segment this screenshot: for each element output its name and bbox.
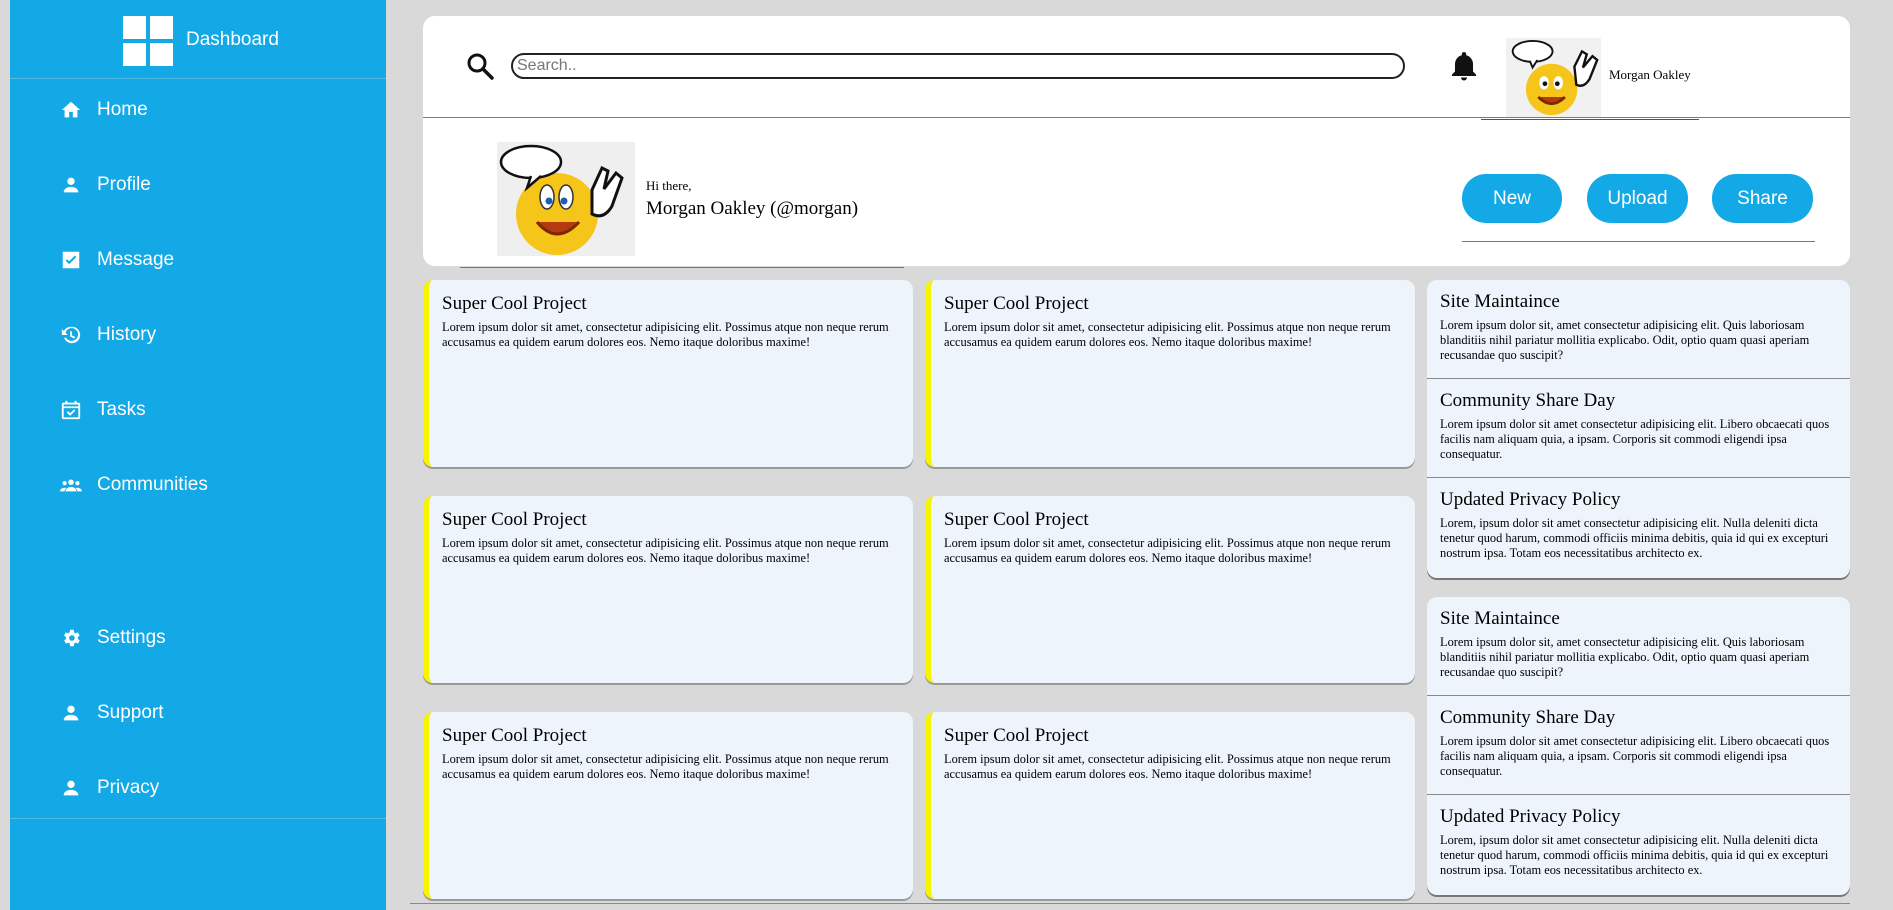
announcement-item[interactable]: Site Maintaince Lorem ipsum dolor sit, a… xyxy=(1427,597,1850,696)
announcement-title: Community Share Day xyxy=(1440,390,1616,411)
project-title: Super Cool Project xyxy=(944,293,1089,314)
sidebar-item-communities[interactable]: Communities xyxy=(10,463,386,507)
group-icon xyxy=(60,479,82,492)
sidebar-item-label: Profile xyxy=(97,174,151,195)
project-title: Super Cool Project xyxy=(442,725,587,746)
sidebar-item-profile[interactable]: Profile xyxy=(10,163,386,207)
project-title: Super Cool Project xyxy=(442,293,587,314)
person-icon xyxy=(63,705,79,721)
announcement-item[interactable]: Community Share Day Lorem ipsum dolor si… xyxy=(1427,379,1850,478)
sidebar-item-label: Support xyxy=(97,702,164,723)
sidebar: Dashboard Home Profile Message History T… xyxy=(10,0,386,910)
project-description: Lorem ipsum dolor sit amet, consectetur … xyxy=(944,752,1391,781)
project-card[interactable]: Super Cool Project Lorem ipsum dolor sit… xyxy=(423,496,913,683)
header-card: Morgan Oakley Hi there, Morgan Oakley (@… xyxy=(423,16,1850,268)
announcements-panel: Site Maintaince Lorem ipsum dolor sit, a… xyxy=(1427,597,1850,895)
sidebar-item-label: Tasks xyxy=(97,399,146,420)
announcement-title: Community Share Day xyxy=(1440,707,1616,728)
project-description: Lorem ipsum dolor sit amet, consectetur … xyxy=(944,320,1391,349)
sidebar-item-label: Privacy xyxy=(97,777,160,798)
sidebar-item-home[interactable]: Home xyxy=(10,88,386,132)
sidebar-item-label: Home xyxy=(97,99,148,120)
announcement-item[interactable]: Updated Privacy Policy Lorem, ipsum dolo… xyxy=(1427,478,1850,576)
avatar xyxy=(1506,38,1601,118)
sidebar-item-support[interactable]: Support xyxy=(10,691,386,735)
share-button[interactable]: Share xyxy=(1712,174,1813,223)
action-bar: New Upload Share xyxy=(1462,174,1815,242)
announcement-item[interactable]: Community Share Day Lorem ipsum dolor si… xyxy=(1427,696,1850,795)
announcement-text: Lorem ipsum dolor sit, amet consectetur … xyxy=(1440,318,1810,362)
calendar-check-icon xyxy=(61,400,81,420)
profile-name: Morgan Oakley (@morgan) xyxy=(646,198,859,219)
announcement-title: Site Maintaince xyxy=(1440,608,1560,629)
sidebar-divider xyxy=(10,818,386,819)
header-username: Morgan Oakley xyxy=(1609,67,1691,82)
announcement-item[interactable]: Site Maintaince Lorem ipsum dolor sit, a… xyxy=(1427,280,1850,379)
search-icon[interactable] xyxy=(465,51,495,81)
project-title: Super Cool Project xyxy=(442,509,587,530)
search-input[interactable] xyxy=(511,53,1405,79)
greeting-text: Hi there, xyxy=(646,178,692,193)
bell-icon[interactable] xyxy=(1446,48,1482,86)
greeting-divider xyxy=(460,267,904,268)
announcement-text: Lorem, ipsum dolor sit amet consectetur … xyxy=(1440,833,1829,877)
new-button[interactable]: New xyxy=(1462,174,1562,223)
project-card[interactable]: Super Cool Project Lorem ipsum dolor sit… xyxy=(925,712,1415,899)
upload-button[interactable]: Upload xyxy=(1587,174,1688,223)
avatar xyxy=(497,142,635,256)
sidebar-item-label: History xyxy=(97,324,157,345)
announcement-text: Lorem ipsum dolor sit, amet consectetur … xyxy=(1440,635,1810,679)
sidebar-item-settings[interactable]: Settings xyxy=(10,616,386,660)
project-description: Lorem ipsum dolor sit amet, consectetur … xyxy=(442,320,889,349)
sidebar-item-message[interactable]: Message xyxy=(10,238,386,282)
person-icon xyxy=(63,780,79,796)
gear-icon xyxy=(64,629,80,647)
project-title: Super Cool Project xyxy=(944,725,1089,746)
home-icon xyxy=(61,101,81,118)
brand-title: Dashboard xyxy=(186,29,279,50)
message-check-icon xyxy=(62,251,80,269)
sidebar-item-label: Communities xyxy=(97,474,208,495)
content-divider xyxy=(410,903,1850,904)
person-icon xyxy=(63,177,79,193)
grid-logo-icon xyxy=(123,16,173,66)
announcement-text: Lorem ipsum dolor sit amet consectetur a… xyxy=(1440,734,1830,778)
project-card[interactable]: Super Cool Project Lorem ipsum dolor sit… xyxy=(423,280,913,467)
sidebar-item-label: Message xyxy=(97,249,175,270)
project-card[interactable]: Super Cool Project Lorem ipsum dolor sit… xyxy=(925,280,1415,467)
announcement-title: Updated Privacy Policy xyxy=(1440,806,1621,827)
project-description: Lorem ipsum dolor sit amet, consectetur … xyxy=(944,536,1391,565)
sidebar-brand[interactable]: Dashboard xyxy=(10,0,386,79)
history-icon xyxy=(61,326,81,344)
project-title: Super Cool Project xyxy=(944,509,1089,530)
header-divider xyxy=(423,117,1850,118)
project-description: Lorem ipsum dolor sit amet, consectetur … xyxy=(442,752,889,781)
announcements-panel: Site Maintaince Lorem ipsum dolor sit, a… xyxy=(1427,280,1850,578)
announcement-title: Site Maintaince xyxy=(1440,291,1560,312)
project-description: Lorem ipsum dolor sit amet, consectetur … xyxy=(442,536,889,565)
announcement-title: Updated Privacy Policy xyxy=(1440,489,1621,510)
announcement-text: Lorem ipsum dolor sit amet consectetur a… xyxy=(1440,417,1830,461)
project-card[interactable]: Super Cool Project Lorem ipsum dolor sit… xyxy=(925,496,1415,683)
project-card[interactable]: Super Cool Project Lorem ipsum dolor sit… xyxy=(423,712,913,899)
sidebar-item-privacy[interactable]: Privacy xyxy=(10,766,386,810)
sidebar-item-history[interactable]: History xyxy=(10,313,386,357)
sidebar-item-tasks[interactable]: Tasks xyxy=(10,388,386,432)
announcement-text: Lorem, ipsum dolor sit amet consectetur … xyxy=(1440,516,1829,560)
user-menu[interactable]: Morgan Oakley xyxy=(1481,26,1699,120)
sidebar-item-label: Settings xyxy=(97,627,166,648)
announcement-item[interactable]: Updated Privacy Policy Lorem, ipsum dolo… xyxy=(1427,795,1850,893)
